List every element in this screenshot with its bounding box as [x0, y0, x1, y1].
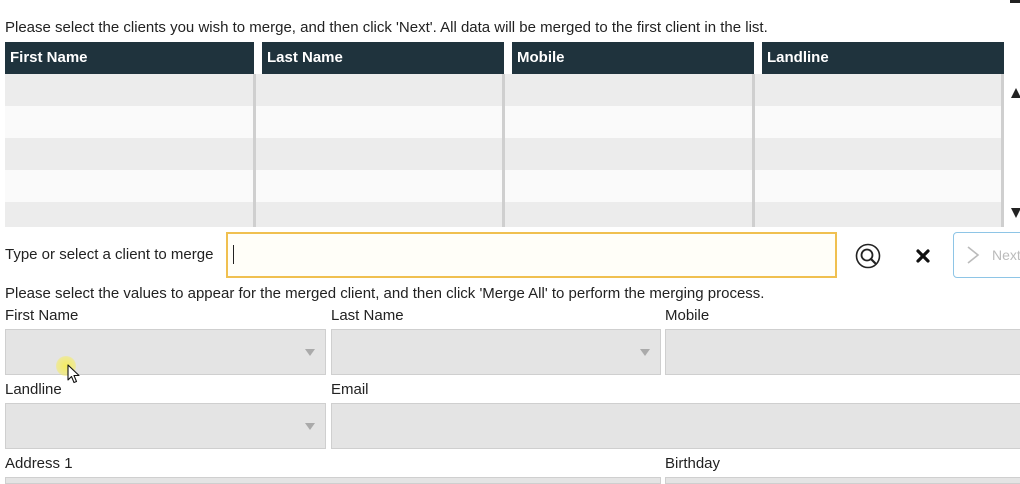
landline-select[interactable]: [5, 403, 326, 449]
column-header-landline[interactable]: Landline: [762, 42, 1004, 74]
grid-header: First Name Last Name Mobile Landline: [5, 42, 1004, 74]
mouse-cursor-icon: [67, 364, 80, 384]
chevron-right-icon: [967, 246, 980, 264]
address1-label: Address 1: [5, 455, 73, 472]
email-label: Email: [331, 381, 369, 398]
merge-instructions: Please select the values to appear for t…: [5, 285, 765, 302]
client-grid: First Name Last Name Mobile Landline: [5, 42, 1004, 227]
birthday-label: Birthday: [665, 455, 721, 472]
chevron-down-icon: [640, 349, 650, 356]
email-select[interactable]: [331, 403, 1020, 449]
next-button-label: Next: [992, 247, 1020, 263]
chevron-down-icon: [305, 423, 315, 430]
column-divider[interactable]: [1001, 74, 1004, 227]
magnifier-icon: [855, 243, 881, 269]
mobile-label: Mobile: [665, 307, 710, 324]
birthday-select[interactable]: [665, 477, 1020, 484]
column-divider[interactable]: [253, 74, 256, 227]
address1-select[interactable]: [5, 477, 661, 484]
chevron-down-icon: [305, 349, 315, 356]
close-icon: [916, 249, 930, 263]
column-header-mobile[interactable]: Mobile: [512, 42, 754, 74]
minimize-icon[interactable]: [1010, 0, 1020, 3]
first-name-label: First Name: [5, 307, 79, 324]
column-divider[interactable]: [502, 74, 505, 227]
intro-text: Please select the clients you wish to me…: [5, 19, 768, 36]
mobile-select[interactable]: [665, 329, 1020, 375]
landline-label: Landline: [5, 381, 62, 398]
client-search-input[interactable]: [226, 232, 837, 278]
search-label: Type or select a client to merge: [5, 246, 214, 263]
column-header-last-name[interactable]: Last Name: [262, 42, 504, 74]
search-button[interactable]: [855, 243, 881, 269]
scroll-up-icon[interactable]: [1011, 88, 1020, 98]
text-caret: [233, 245, 234, 264]
first-name-select[interactable]: [5, 329, 326, 375]
scroll-down-icon[interactable]: [1011, 208, 1020, 218]
last-name-label: Last Name: [331, 307, 404, 324]
last-name-select[interactable]: [331, 329, 661, 375]
clear-button[interactable]: [910, 243, 936, 269]
column-header-first-name[interactable]: First Name: [5, 42, 254, 74]
column-divider[interactable]: [752, 74, 755, 227]
next-button[interactable]: Next: [953, 232, 1020, 278]
